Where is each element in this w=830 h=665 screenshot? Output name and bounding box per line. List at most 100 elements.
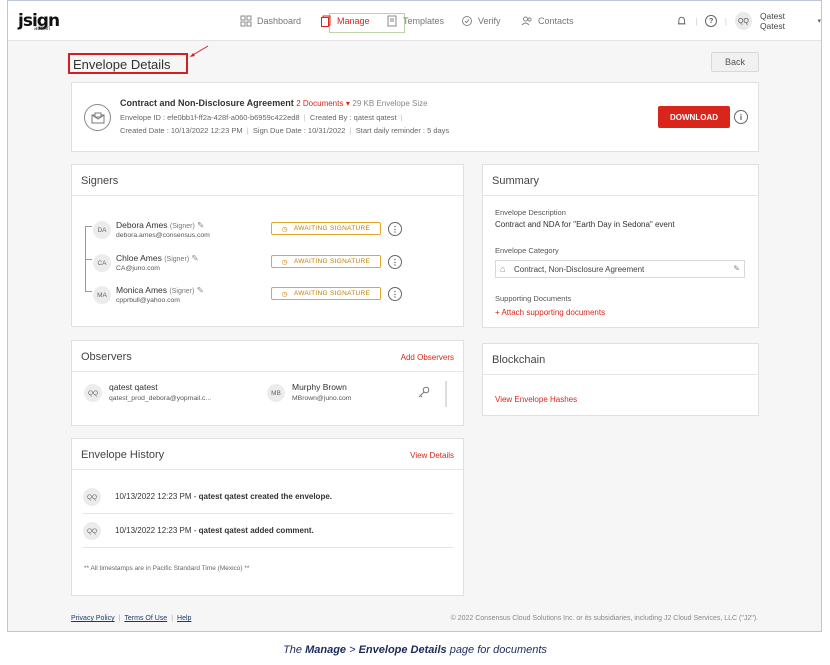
signer-name: Monica Ames	[116, 285, 168, 295]
footer-links: Privacy Policy | Terms Of Use | Help	[71, 615, 191, 622]
caption-post: page for documents	[446, 644, 547, 656]
signers-header: Signers	[72, 165, 463, 196]
blockchain-header: Blockchain	[483, 344, 758, 375]
observer-name: Murphy Brown	[292, 382, 347, 392]
scrollbar[interactable]	[445, 381, 447, 407]
signer-name-line: Monica Ames (Signer) ✎	[116, 285, 204, 296]
copyright-text: © 2022 Consensus Cloud Solutions Inc. or…	[450, 615, 758, 622]
history-avatar: QQ	[83, 488, 101, 506]
supporting-docs-label: Supporting Documents	[495, 294, 572, 303]
more-options-icon[interactable]: ⋮	[388, 222, 402, 236]
history-avatar: QQ	[83, 522, 101, 540]
template-icon	[387, 15, 397, 27]
history-card: Envelope History View Details QQ 10/13/2…	[71, 438, 464, 596]
status-badge: ◷ AWAITING SIGNATURE	[271, 255, 381, 268]
envelope-icon	[84, 104, 111, 131]
figure-caption: The Manage > Envelope Details page for d…	[0, 644, 830, 656]
nav-dashboard[interactable]: Dashboard	[240, 1, 301, 41]
help-icon[interactable]: ?	[705, 15, 717, 27]
bell-icon[interactable]	[676, 15, 687, 27]
signer-name: Debora Ames	[116, 220, 168, 230]
more-options-icon[interactable]: ⋮	[388, 255, 402, 269]
attach-documents-link[interactable]: + Attach supporting documents	[495, 308, 605, 317]
history-item: QQ 10/13/2022 12:23 PM - qatest qatest c…	[83, 480, 453, 514]
back-button[interactable]: Back	[711, 52, 759, 72]
pencil-icon[interactable]: ✎	[197, 220, 204, 230]
documents-chevron-icon[interactable]: ▾	[346, 99, 350, 108]
divider: |	[118, 615, 121, 622]
history-title: Envelope History	[81, 449, 165, 461]
app-window: jsign admin Dashboard Manage Templates V…	[7, 0, 822, 632]
category-field[interactable]: ⌂ Contract, Non-Disclosure Agreement ✎	[495, 260, 745, 278]
nav-templates-label: Templates	[403, 16, 445, 26]
verify-icon	[462, 16, 472, 26]
status-badge: ◷ AWAITING SIGNATURE	[271, 222, 381, 235]
caption-sep: >	[346, 644, 359, 656]
nav-dashboard-label: Dashboard	[257, 16, 302, 26]
nav-templates[interactable]: Templates	[386, 1, 444, 41]
category-value: Contract, Non-Disclosure Agreement	[514, 264, 645, 274]
clock-icon: ◷	[281, 258, 288, 266]
dashboard-icon	[240, 15, 252, 27]
envelope-card: Contract and Non-Disclosure Agreement 2 …	[71, 82, 759, 152]
documents-count-link[interactable]: 2 Documents	[296, 99, 343, 108]
summary-header: Summary	[483, 165, 758, 196]
observer-email: MBrown@juno.com	[292, 395, 352, 402]
history-text: qatest qatest created the envelope.	[198, 492, 333, 501]
pencil-icon[interactable]: ✎	[192, 253, 199, 263]
history-item: QQ 10/13/2022 12:23 PM - qatest qatest a…	[83, 514, 453, 548]
caption-details: Envelope Details	[358, 644, 447, 656]
divider: |	[171, 615, 174, 622]
summary-card: Summary Envelope Description Contract an…	[482, 164, 759, 328]
more-options-icon[interactable]: ⋮	[388, 287, 402, 301]
pencil-icon[interactable]: ✎	[197, 285, 204, 295]
status-label: AWAITING SIGNATURE	[293, 225, 371, 232]
history-time: 10/13/2022 12:23 PM -	[115, 492, 197, 501]
signer-email: debora.ames@consensus.com	[116, 232, 210, 239]
observers-header: Observers Add Observers	[72, 341, 463, 372]
chevron-down-icon[interactable]: ▾	[817, 17, 821, 25]
description-label: Envelope Description	[495, 208, 566, 217]
view-details-link[interactable]: View Details	[410, 451, 454, 460]
signer-name-line: Debora Ames (Signer) ✎	[116, 220, 204, 231]
user-avatar[interactable]: QQ	[734, 12, 752, 30]
signer-role: (Signer)	[164, 256, 190, 263]
envelope-reminder: Start daily reminder : 5 days	[355, 126, 450, 135]
envelope-size: 29 KB Envelope Size	[352, 99, 428, 108]
signer-avatar: MA	[93, 286, 111, 304]
signer-email: CA@juno.com	[116, 265, 160, 272]
nav-manage[interactable]: Manage	[320, 1, 370, 41]
signer-avatar: DA	[93, 221, 111, 239]
caption-manage: Manage	[305, 644, 347, 656]
signer-row: CA Chloe Ames (Signer) ✎ CA@juno.com ◷ A…	[72, 253, 463, 284]
category-label: Envelope Category	[495, 246, 559, 255]
observers-title: Observers	[81, 351, 132, 363]
signer-name-line: Chloe Ames (Signer) ✎	[116, 253, 199, 264]
nav-contacts[interactable]: Contacts	[521, 1, 574, 41]
terms-link[interactable]: Terms Of Use	[124, 615, 167, 622]
envelope-meta-line-1: Envelope ID : efe0bb1f-ff2a-428f-a060-b6…	[120, 113, 403, 122]
envelope-created-date: Created Date : 10/13/2022 12:23 PM	[120, 126, 243, 135]
history-entry: 10/13/2022 12:23 PM - qatest qatest adde…	[115, 526, 314, 535]
nav-verify[interactable]: Verify	[461, 1, 501, 41]
tag-icon: ⌂	[500, 264, 506, 274]
view-hashes-link[interactable]: View Envelope Hashes	[495, 395, 577, 404]
privacy-link[interactable]: Privacy Policy	[71, 615, 115, 622]
divider: |	[724, 16, 727, 26]
header-actions: | ? | QQ Qatest Qatest ▾	[676, 1, 821, 41]
key-icon[interactable]	[417, 386, 430, 399]
pencil-icon[interactable]: ✎	[733, 264, 740, 273]
clock-icon: ◷	[281, 225, 288, 233]
help-link[interactable]: Help	[177, 615, 191, 622]
divider: |	[695, 16, 698, 26]
user-name[interactable]: Qatest Qatest	[760, 11, 810, 31]
history-time: 10/13/2022 12:23 PM -	[115, 526, 197, 535]
description-value: Contract and NDA for "Earth Day in Sedon…	[495, 220, 675, 229]
signer-email: cpprbull@yahoo.com	[116, 297, 180, 304]
download-button[interactable]: DOWNLOAD	[658, 106, 730, 128]
nav-contacts-label: Contacts	[538, 16, 574, 26]
add-observers-link[interactable]: Add Observers	[401, 353, 454, 362]
envelope-name: Contract and Non-Disclosure Agreement	[120, 98, 294, 108]
info-icon[interactable]: i	[734, 110, 748, 124]
blockchain-title: Blockchain	[492, 354, 546, 366]
